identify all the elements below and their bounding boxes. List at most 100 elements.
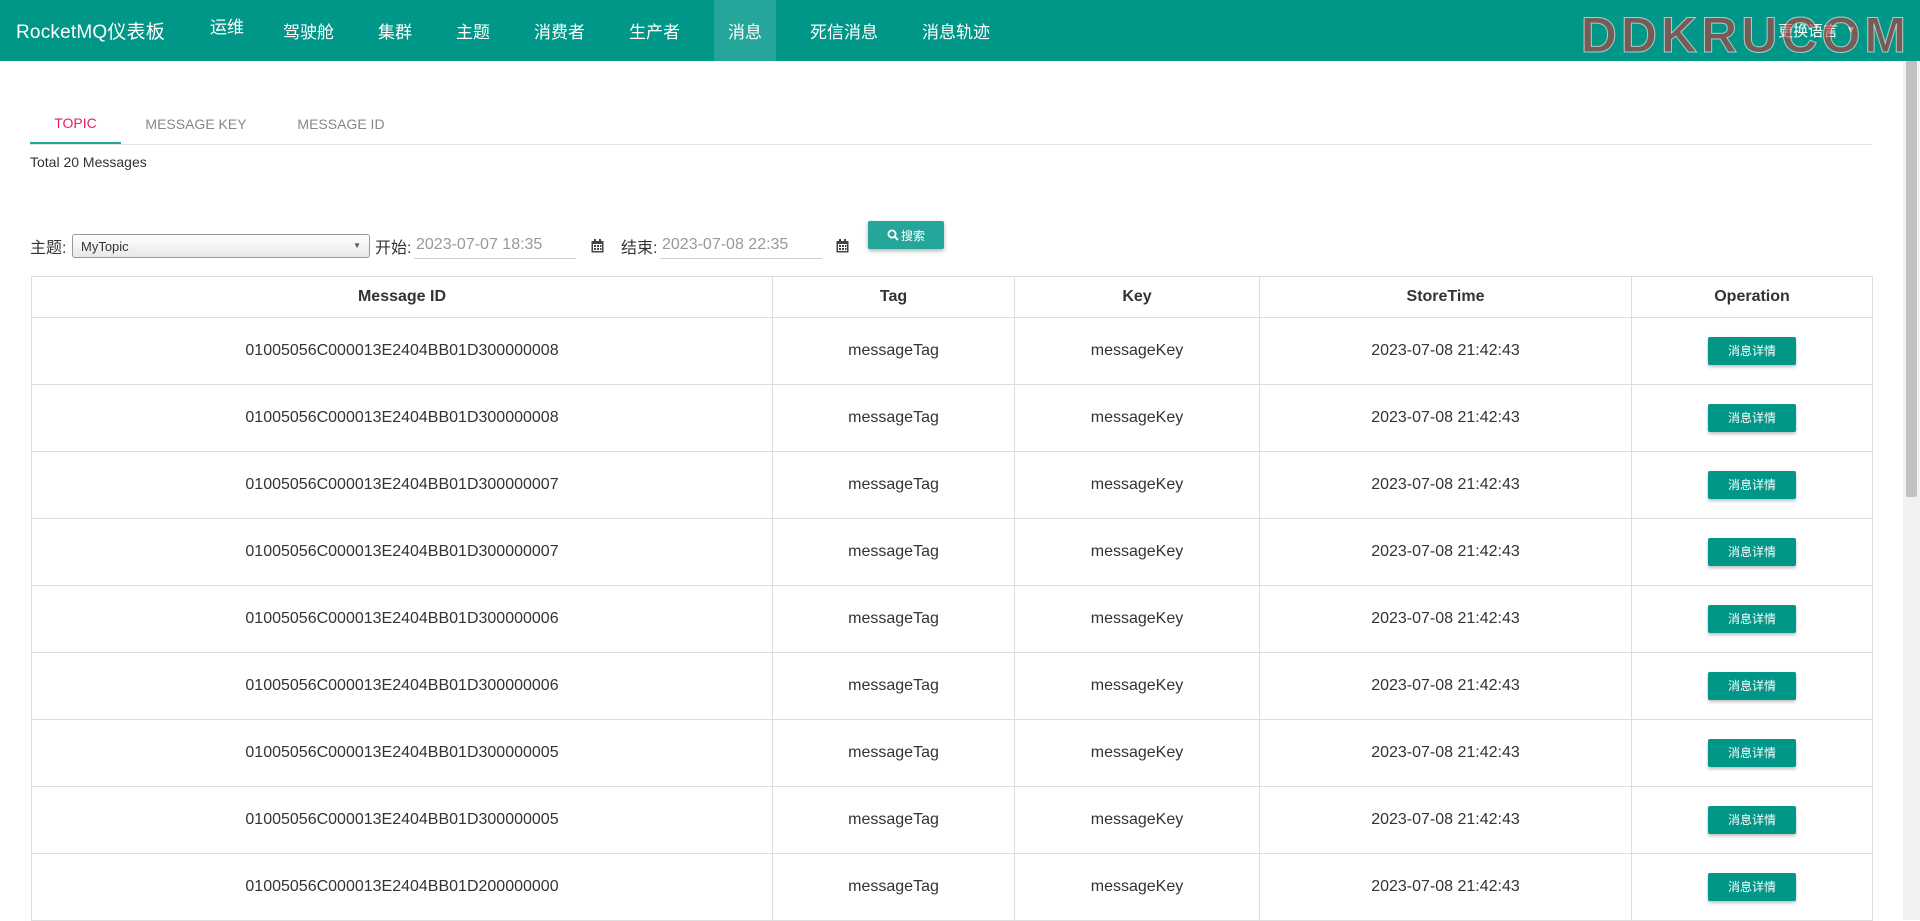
operation-cell: 消息详情	[1631, 518, 1873, 586]
message-detail-button[interactable]: 消息详情	[1708, 873, 1796, 901]
tag-cell: messageTag	[772, 384, 1015, 452]
column-header-tag: Tag	[772, 276, 1015, 318]
table-row: 01005056C000013E2404BB01D300000008 messa…	[31, 384, 1873, 452]
calendar-icon[interactable]	[836, 239, 849, 253]
messages-table: Message ID Tag Key StoreTime Operation 0…	[31, 276, 1873, 921]
column-header-key: Key	[1014, 276, 1260, 318]
brand-title[interactable]: RocketMQ仪表板	[16, 17, 165, 44]
nav-item-dlq-message[interactable]: 死信消息	[788, 0, 900, 61]
column-header-message-id: Message ID	[31, 276, 773, 318]
table-row: 01005056C000013E2404BB01D300000005 messa…	[31, 786, 1873, 854]
key-cell: messageKey	[1014, 317, 1260, 385]
key-cell: messageKey	[1014, 585, 1260, 653]
message-id-cell: 01005056C000013E2404BB01D300000006	[31, 585, 773, 653]
operation-cell: 消息详情	[1631, 719, 1873, 787]
nav-item-message[interactable]: 消息	[713, 0, 776, 61]
operation-cell: 消息详情	[1631, 853, 1873, 921]
tag-cell: messageTag	[772, 786, 1015, 854]
message-id-cell: 01005056C000013E2404BB01D300000008	[31, 317, 773, 385]
column-header-operation: Operation	[1631, 276, 1873, 318]
table-row: 01005056C000013E2404BB01D300000008 messa…	[31, 317, 1873, 385]
store-time-cell: 2023-07-08 21:42:43	[1259, 652, 1632, 720]
total-messages-text: Total 20 Messages	[30, 154, 147, 170]
message-id-cell: 01005056C000013E2404BB01D200000000	[31, 853, 773, 921]
message-id-cell: 01005056C000013E2404BB01D300000006	[31, 652, 773, 720]
language-dropdown[interactable]: 更换语言 ▼	[1778, 0, 1856, 61]
topic-select-value: MyTopic	[81, 238, 129, 254]
column-header-store-time: StoreTime	[1259, 276, 1632, 318]
tag-cell: messageTag	[772, 585, 1015, 653]
key-cell: messageKey	[1014, 786, 1260, 854]
nav-item-topic[interactable]: 主题	[434, 0, 512, 61]
nav-item-consumer[interactable]: 消费者	[512, 0, 607, 61]
store-time-cell: 2023-07-08 21:42:43	[1259, 317, 1632, 385]
main-nav: 运维 驾驶舱 集群 主题 消费者 生产者 消息 死信消息 消息轨迹	[193, 0, 1012, 61]
store-time-cell: 2023-07-08 21:42:43	[1259, 585, 1632, 653]
calendar-icon[interactable]	[591, 239, 604, 253]
store-time-cell: 2023-07-08 21:42:43	[1259, 451, 1632, 519]
nav-item-dashboard[interactable]: 驾驶舱	[261, 0, 356, 61]
message-detail-button[interactable]: 消息详情	[1708, 806, 1796, 834]
table-row: 01005056C000013E2404BB01D300000007 messa…	[31, 518, 1873, 586]
tab-message-id[interactable]: MESSAGE ID	[271, 103, 411, 144]
dropdown-arrow-icon: ▼	[353, 241, 361, 250]
tag-cell: messageTag	[772, 719, 1015, 787]
message-detail-button[interactable]: 消息详情	[1708, 672, 1796, 700]
tag-cell: messageTag	[772, 853, 1015, 921]
operation-cell: 消息详情	[1631, 451, 1873, 519]
operation-cell: 消息详情	[1631, 786, 1873, 854]
key-cell: messageKey	[1014, 652, 1260, 720]
store-time-cell: 2023-07-08 21:42:43	[1259, 384, 1632, 452]
topic-select[interactable]: MyTopic ▼	[72, 234, 370, 258]
messages-table-wrapper: Message ID Tag Key StoreTime Operation 0…	[31, 276, 1873, 921]
key-cell: messageKey	[1014, 853, 1260, 921]
search-icon	[887, 229, 899, 241]
tab-message-key[interactable]: MESSAGE KEY	[121, 103, 271, 144]
end-label: 结束:	[621, 240, 658, 257]
table-row: 01005056C000013E2404BB01D300000005 messa…	[31, 719, 1873, 787]
search-button[interactable]: 搜索	[868, 221, 944, 249]
store-time-cell: 2023-07-08 21:42:43	[1259, 518, 1632, 586]
message-detail-button[interactable]: 消息详情	[1708, 404, 1796, 432]
store-time-cell: 2023-07-08 21:42:43	[1259, 719, 1632, 787]
operation-cell: 消息详情	[1631, 384, 1873, 452]
watermark-logo: DDKRUCOM	[1580, 7, 1910, 64]
tab-topic[interactable]: TOPIC	[30, 103, 121, 144]
search-mode-tabs: TOPIC MESSAGE KEY MESSAGE ID	[30, 103, 1872, 145]
tag-cell: messageTag	[772, 518, 1015, 586]
topic-label: 主题:	[30, 240, 67, 257]
start-time-input[interactable]	[414, 231, 576, 259]
nav-item-message-trace[interactable]: 消息轨迹	[900, 0, 1012, 61]
message-detail-button[interactable]: 消息详情	[1708, 471, 1796, 499]
search-form: 主题: MyTopic ▼ 开始: 结束: 搜索	[30, 221, 1030, 265]
search-button-label: 搜索	[900, 228, 925, 243]
nav-item-ops[interactable]: 运维	[193, 0, 261, 56]
vertical-scrollbar[interactable]	[1903, 61, 1920, 920]
message-id-cell: 01005056C000013E2404BB01D300000005	[31, 786, 773, 854]
table-header: Message ID Tag Key StoreTime Operation	[31, 276, 1873, 318]
operation-cell: 消息详情	[1631, 585, 1873, 653]
table-row: 01005056C000013E2404BB01D300000006 messa…	[31, 585, 1873, 653]
message-detail-button[interactable]: 消息详情	[1708, 739, 1796, 767]
table-row: 01005056C000013E2404BB01D300000007 messa…	[31, 451, 1873, 519]
store-time-cell: 2023-07-08 21:42:43	[1259, 786, 1632, 854]
message-id-cell: 01005056C000013E2404BB01D300000008	[31, 384, 773, 452]
top-navbar: RocketMQ仪表板 运维 驾驶舱 集群 主题 消费者 生产者 消息 死信消息…	[0, 0, 1920, 64]
end-time-input[interactable]	[660, 231, 822, 259]
start-label: 开始:	[375, 240, 412, 257]
operation-cell: 消息详情	[1631, 652, 1873, 720]
message-detail-button[interactable]: 消息详情	[1708, 538, 1796, 566]
operation-cell: 消息详情	[1631, 317, 1873, 385]
nav-item-producer[interactable]: 生产者	[607, 0, 702, 61]
message-detail-button[interactable]: 消息详情	[1708, 337, 1796, 365]
table-body: 01005056C000013E2404BB01D300000008 messa…	[31, 317, 1873, 921]
tag-cell: messageTag	[772, 652, 1015, 720]
scrollbar-thumb[interactable]	[1906, 61, 1917, 497]
language-label: 更换语言	[1778, 23, 1839, 40]
tag-cell: messageTag	[772, 451, 1015, 519]
key-cell: messageKey	[1014, 451, 1260, 519]
nav-item-cluster[interactable]: 集群	[356, 0, 434, 61]
key-cell: messageKey	[1014, 518, 1260, 586]
message-detail-button[interactable]: 消息详情	[1708, 605, 1796, 633]
table-row: 01005056C000013E2404BB01D300000006 messa…	[31, 652, 1873, 720]
